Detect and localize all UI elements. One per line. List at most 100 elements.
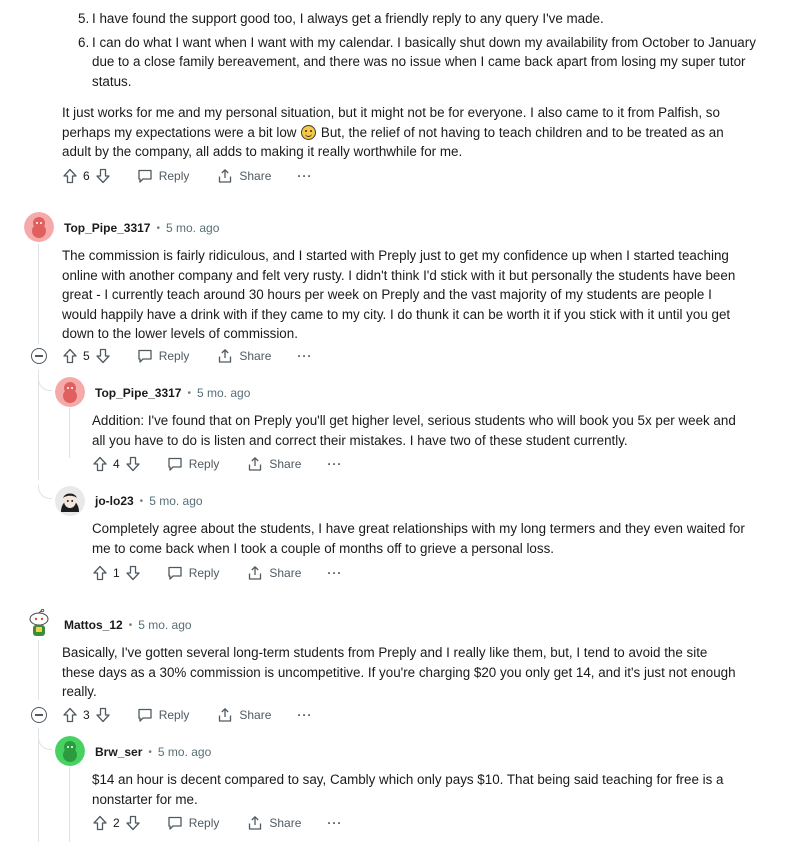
- downvote-button[interactable]: [95, 348, 111, 364]
- timestamp[interactable]: 5 mo. ago: [138, 618, 191, 632]
- more-options-button[interactable]: ···: [327, 457, 342, 471]
- downvote-arrow-icon: [126, 815, 140, 831]
- comment-numbered-list: 5. I have found the support good too, I a…: [62, 9, 762, 91]
- chat-bubble-icon: [168, 816, 182, 830]
- avatar[interactable]: [55, 486, 85, 516]
- snoo-avatar-icon: [55, 377, 85, 407]
- avatar[interactable]: [55, 377, 85, 407]
- share-icon: [219, 708, 232, 722]
- author-name[interactable]: Mattos_12: [64, 618, 123, 632]
- thread-line[interactable]: [38, 370, 39, 480]
- reply-button[interactable]: Reply: [167, 565, 219, 581]
- upvote-arrow-icon: [63, 707, 77, 723]
- avatar[interactable]: [55, 736, 85, 766]
- author-name[interactable]: Brw_ser: [95, 745, 142, 759]
- downvote-button[interactable]: [125, 456, 141, 472]
- comment-header: Top_Pipe_3317 • 5 mo. ago: [95, 386, 251, 400]
- collapse-thread-button[interactable]: [31, 348, 47, 364]
- share-icon: [249, 566, 262, 580]
- chat-bubble-icon: [168, 457, 182, 471]
- thread-elbow: [38, 736, 52, 750]
- smiling-face-emoji-icon: [301, 124, 317, 140]
- comment-actions: 3 Reply Share ···: [62, 704, 312, 726]
- avatar[interactable]: [24, 212, 54, 242]
- author-name[interactable]: Top_Pipe_3317: [64, 221, 150, 235]
- reply-button[interactable]: Reply: [137, 168, 189, 184]
- share-icon: [249, 816, 262, 830]
- author-name[interactable]: Top_Pipe_3317: [95, 386, 181, 400]
- more-options-button[interactable]: ···: [297, 349, 312, 363]
- comment-actions: 2 Reply Share ···: [92, 812, 342, 834]
- author-name[interactable]: jo-lo23: [95, 494, 134, 508]
- downvote-arrow-icon: [96, 348, 110, 364]
- thread-line[interactable]: [38, 244, 39, 344]
- comment-body: It just works for me and my personal sit…: [62, 105, 724, 159]
- comment-body: The commission is fairly ridiculous, and…: [62, 248, 736, 341]
- more-options-button[interactable]: ···: [297, 169, 312, 183]
- comment-header: Mattos_12 • 5 mo. ago: [64, 618, 192, 632]
- more-options-button[interactable]: ···: [297, 708, 312, 722]
- snoo-avatar-icon: [29, 609, 49, 636]
- vote-count: 6: [83, 169, 90, 183]
- upvote-arrow-icon: [93, 815, 107, 831]
- upvote-button[interactable]: [62, 168, 78, 184]
- share-button[interactable]: Share: [217, 348, 271, 364]
- comment-header: jo-lo23 • 5 mo. ago: [95, 494, 203, 508]
- share-button[interactable]: Share: [247, 815, 301, 831]
- chat-bubble-icon: [168, 566, 182, 580]
- downvote-button[interactable]: [95, 707, 111, 723]
- more-options-button[interactable]: ···: [327, 566, 342, 580]
- upvote-button[interactable]: [62, 348, 78, 364]
- comment-header: Brw_ser • 5 mo. ago: [95, 745, 212, 759]
- reply-button[interactable]: Reply: [137, 348, 189, 364]
- comment-header: Top_Pipe_3317 • 5 mo. ago: [64, 221, 220, 235]
- share-icon: [219, 169, 232, 183]
- avatar[interactable]: [24, 609, 54, 639]
- comment-actions: 5 Reply Share ···: [62, 345, 312, 367]
- timestamp[interactable]: 5 mo. ago: [197, 386, 250, 400]
- reply-button[interactable]: Reply: [167, 815, 219, 831]
- downvote-button[interactable]: [95, 168, 111, 184]
- list-item: 6. I can do what I want when I want with …: [78, 34, 756, 89]
- snoo-avatar-icon: [24, 212, 54, 242]
- upvote-arrow-icon: [93, 565, 107, 581]
- share-button[interactable]: Share: [217, 707, 271, 723]
- more-options-button[interactable]: ···: [327, 816, 342, 830]
- downvote-arrow-icon: [96, 168, 110, 184]
- collapse-thread-button[interactable]: [31, 707, 47, 723]
- thread-line[interactable]: [69, 408, 70, 458]
- upvote-button[interactable]: [92, 815, 108, 831]
- vote-count: 5: [83, 349, 90, 363]
- thread-elbow: [38, 485, 52, 499]
- share-icon: [219, 349, 232, 363]
- comment-body: Basically, I've gotten several long-term…: [62, 645, 736, 699]
- vote-count: 4: [113, 457, 120, 471]
- anime-avatar-icon: [55, 486, 85, 516]
- vote-count: 3: [83, 708, 90, 722]
- thread-line[interactable]: [69, 767, 70, 842]
- chat-bubble-icon: [138, 169, 152, 183]
- downvote-arrow-icon: [96, 707, 110, 723]
- comment-actions: 6 Reply Share ···: [62, 165, 312, 187]
- timestamp[interactable]: 5 mo. ago: [158, 745, 211, 759]
- downvote-button[interactable]: [125, 815, 141, 831]
- thread-line[interactable]: [38, 728, 39, 842]
- timestamp[interactable]: 5 mo. ago: [166, 221, 219, 235]
- reply-button[interactable]: Reply: [167, 456, 219, 472]
- upvote-button[interactable]: [92, 565, 108, 581]
- downvote-button[interactable]: [125, 565, 141, 581]
- reply-button[interactable]: Reply: [137, 707, 189, 723]
- upvote-button[interactable]: [92, 456, 108, 472]
- share-button[interactable]: Share: [217, 168, 271, 184]
- share-button[interactable]: Share: [247, 456, 301, 472]
- timestamp[interactable]: 5 mo. ago: [149, 494, 202, 508]
- thread-elbow: [38, 377, 52, 391]
- comment-actions: 1 Reply Share ···: [92, 562, 342, 584]
- share-button[interactable]: Share: [247, 565, 301, 581]
- thread-line[interactable]: [38, 640, 39, 700]
- comment-body: Addition: I've found that on Preply you'…: [92, 413, 736, 448]
- comment-body: Completely agree about the students, I h…: [92, 521, 745, 556]
- chat-bubble-icon: [138, 349, 152, 363]
- list-item: 5. I have found the support good too, I a…: [78, 11, 604, 26]
- upvote-button[interactable]: [62, 707, 78, 723]
